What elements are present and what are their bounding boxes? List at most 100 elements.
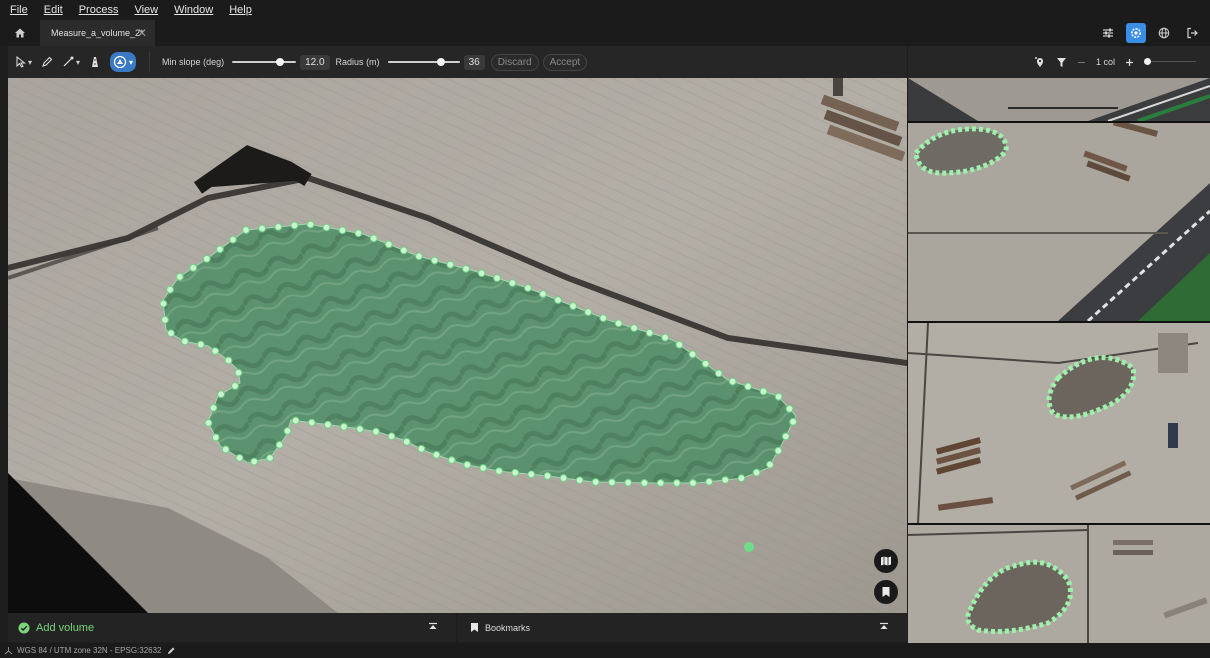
polygon-vertex[interactable] <box>209 403 218 412</box>
polygon-vertex[interactable] <box>524 284 532 292</box>
tab-measure-volume[interactable]: Measure_a_volume_2* ✕ <box>40 20 155 46</box>
polygon-vertex[interactable] <box>356 425 364 434</box>
polygon-vertex[interactable] <box>479 464 488 472</box>
thumbnail-image[interactable] <box>908 525 1210 643</box>
map-view-button[interactable] <box>874 549 898 573</box>
slider-thumb[interactable] <box>275 58 284 66</box>
polygon-vertex[interactable] <box>462 264 470 273</box>
stray-vertex[interactable] <box>744 542 754 552</box>
polygon-vertex[interactable] <box>511 468 520 477</box>
add-pin-button[interactable] <box>1034 56 1046 68</box>
polygon-vertex[interactable] <box>575 476 584 485</box>
pointer-tool[interactable]: ▾ <box>16 52 32 72</box>
polygon-vertex[interactable] <box>161 315 169 324</box>
polygon-vertex[interactable] <box>785 404 794 413</box>
polygon-vertex[interactable] <box>630 324 638 332</box>
home-button[interactable] <box>0 20 40 46</box>
polygon-vertex[interactable] <box>766 460 774 469</box>
polygon-vertex[interactable] <box>159 299 168 308</box>
expand-panel-icon[interactable] <box>879 622 889 632</box>
polygon-vertex[interactable] <box>527 470 536 479</box>
polygon-vertex[interactable] <box>175 272 184 281</box>
polygon-vertex[interactable] <box>354 229 363 238</box>
polygon-vertex[interactable] <box>656 479 665 487</box>
discard-button[interactable]: Discard <box>490 53 539 71</box>
polygon-vertex[interactable] <box>608 478 616 487</box>
polygon-vertex[interactable] <box>752 468 761 477</box>
polygon-vertex[interactable] <box>415 252 423 261</box>
thumbnail-image[interactable] <box>908 323 1210 523</box>
slider-thumb[interactable] <box>437 58 446 66</box>
polygon-vertex[interactable] <box>306 220 315 229</box>
bookmark-view-button[interactable] <box>874 580 898 604</box>
expand-panel-icon[interactable] <box>428 622 438 632</box>
polygon-vertex[interactable] <box>701 359 710 368</box>
polygon-vertex[interactable] <box>338 226 347 235</box>
polygon-vertex[interactable] <box>417 444 426 453</box>
polygon-vertex[interactable] <box>721 476 730 484</box>
accept-button[interactable]: Accept <box>542 53 588 71</box>
polygon-vertex[interactable] <box>508 279 517 287</box>
polygon-vertex[interactable] <box>384 240 393 249</box>
polygon-vertex[interactable] <box>372 427 380 436</box>
polygon-vertex[interactable] <box>675 340 684 349</box>
polygon-vertex[interactable] <box>789 417 797 426</box>
add-volume-label[interactable]: Add volume <box>36 622 94 634</box>
polygon-vertex[interactable] <box>399 246 408 255</box>
polygon-vertex[interactable] <box>180 337 189 346</box>
menu-edit[interactable]: Edit <box>44 4 63 16</box>
polygon-vertex[interactable] <box>714 369 723 378</box>
radius-slider[interactable] <box>387 56 460 68</box>
polygon-vertex[interactable] <box>539 290 547 298</box>
polygon-vertex[interactable] <box>290 221 299 230</box>
polygon-vertex[interactable] <box>447 456 456 465</box>
polygon-vertex[interactable] <box>217 390 225 399</box>
polygon-vertex[interactable] <box>688 350 697 359</box>
radius-value[interactable]: 36 <box>463 54 485 70</box>
polygon-vertex[interactable] <box>559 474 568 482</box>
polygon-vertex[interactable] <box>689 479 697 487</box>
thumbnail-image[interactable] <box>908 123 1210 321</box>
polygon-vertex[interactable] <box>258 224 267 233</box>
polygon-vertex[interactable] <box>661 333 670 342</box>
polygon-vertex[interactable] <box>266 454 274 462</box>
polygon-vertex[interactable] <box>307 418 316 427</box>
bookmarks-label[interactable]: Bookmarks <box>485 623 530 633</box>
polygon-vertex[interactable] <box>774 392 783 401</box>
menu-help[interactable]: Help <box>229 4 252 16</box>
polygon-vertex[interactable] <box>215 245 224 254</box>
polygon-vertex[interactable] <box>211 433 220 442</box>
pen-tool[interactable] <box>41 52 53 72</box>
polygon-vertex[interactable] <box>369 234 378 243</box>
sliders-icon[interactable] <box>1098 23 1118 43</box>
polygon-vertex[interactable] <box>202 254 211 263</box>
polygon-vertex[interactable] <box>728 377 737 386</box>
polygon-vertex[interactable] <box>774 446 783 455</box>
polygon-vertex[interactable] <box>323 420 332 429</box>
polygon-vertex[interactable] <box>705 477 714 486</box>
filter-button[interactable] <box>1056 57 1067 68</box>
volume-tool[interactable]: ▾ <box>110 52 137 72</box>
polygon-vertex[interactable] <box>495 467 503 476</box>
polygon-vertex[interactable] <box>744 382 752 391</box>
menu-file[interactable]: File <box>10 4 28 16</box>
polygon-vertex[interactable] <box>569 302 578 310</box>
polygon-vertex[interactable] <box>196 340 205 349</box>
menu-view[interactable]: View <box>134 4 158 16</box>
polygon-vertex[interactable] <box>235 453 244 462</box>
polygon-vertex[interactable] <box>283 427 292 435</box>
slider-thumb[interactable] <box>1144 58 1151 65</box>
polygon-vertex[interactable] <box>275 440 284 449</box>
polygon-vertex[interactable] <box>234 368 243 377</box>
polygon-vertex[interactable] <box>221 445 230 454</box>
polygon-vertex[interactable] <box>204 419 213 427</box>
menu-window[interactable]: Window <box>174 4 213 16</box>
polygon-vertex[interactable] <box>554 296 562 304</box>
road-tool[interactable] <box>89 52 101 72</box>
polygon-vertex[interactable] <box>477 269 486 278</box>
polygon-vertex[interactable] <box>387 432 396 441</box>
polygon-vertex[interactable] <box>430 256 439 265</box>
polygon-vertex[interactable] <box>781 432 790 441</box>
polygon-vertex[interactable] <box>274 222 283 231</box>
polygon-vertex[interactable] <box>493 274 501 282</box>
